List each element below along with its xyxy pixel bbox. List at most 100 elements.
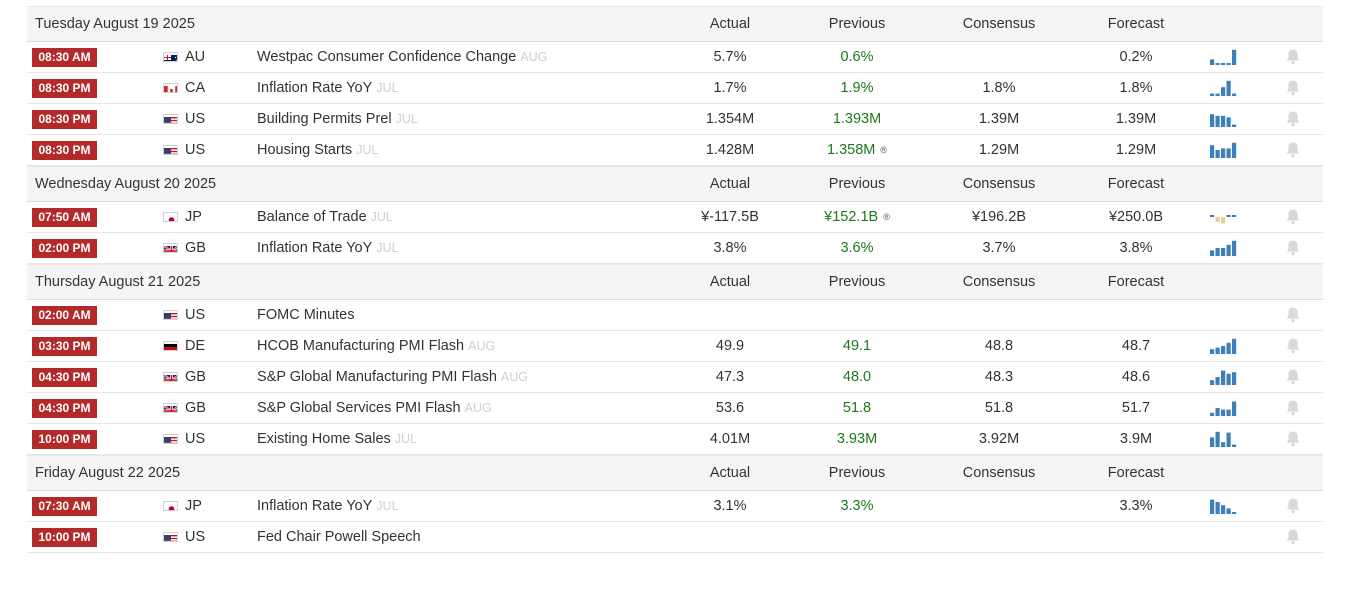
event-cell[interactable]: FOMC Minutes <box>257 300 355 330</box>
event-cell[interactable]: Inflation Rate YoY JUL <box>257 233 399 263</box>
flag-cell <box>163 522 178 552</box>
sparkline-chart[interactable] <box>1208 104 1238 134</box>
event-row[interactable]: 04:30 PM GB S&P Global Services PMI Flash A… <box>27 393 1323 424</box>
actual-value: 1.354M <box>705 111 755 127</box>
spark-bar <box>1221 346 1226 354</box>
sparkline-chart[interactable] <box>1208 233 1238 263</box>
previous-value: 48.0 <box>842 369 872 385</box>
spark-bar <box>1210 215 1215 217</box>
event-name[interactable]: S&P Global Manufacturing PMI Flash <box>257 369 497 385</box>
previous-cell: 51.8 <box>797 393 917 423</box>
event-row[interactable]: 08:30 PM US Housing Starts JUL 1.428M 1.358M ®… <box>27 135 1323 166</box>
previous-cell: ¥152.1B ® <box>797 202 917 232</box>
event-cell[interactable]: S&P Global Manufacturing PMI Flash AUG <box>257 362 528 392</box>
country-code: GB <box>185 240 206 256</box>
event-row[interactable]: 10:00 PM US Fed Chair Powell Speech <box>27 522 1323 553</box>
previous-value: 51.8 <box>842 400 872 416</box>
sparkline-chart[interactable] <box>1208 42 1238 72</box>
consensus-value: 1.39M <box>978 111 1020 127</box>
spark-bar <box>1210 349 1215 354</box>
event-row[interactable]: 08:30 PM CA Inflation Rate YoY JUL 1.7% 1.9% 1… <box>27 73 1323 104</box>
event-cell[interactable]: Existing Home Sales JUL <box>257 424 417 454</box>
previous-value: 49.1 <box>842 338 872 354</box>
flag-cell <box>163 233 178 263</box>
day-header: Friday August 22 2025 Actual Previous Conse… <box>27 455 1323 491</box>
event-cell[interactable]: HCOB Manufacturing PMI Flash AUG <box>257 331 495 361</box>
event-name[interactable]: Building Permits Prel <box>257 111 392 127</box>
event-cell[interactable]: Inflation Rate YoY JUL <box>257 491 399 521</box>
column-header-consensus: Consensus <box>962 176 1036 192</box>
sparkline-chart[interactable] <box>1208 393 1238 423</box>
event-cell[interactable]: Building Permits Prel JUL <box>257 104 418 134</box>
event-cell[interactable]: Inflation Rate YoY JUL <box>257 73 399 103</box>
event-row[interactable]: 07:50 AM JP Balance of Trade JUL ¥-117.5B ¥15… <box>27 202 1323 233</box>
event-name[interactable]: Housing Starts <box>257 142 352 158</box>
time-badge: 08:30 PM <box>32 78 97 98</box>
event-row[interactable]: 08:30 AM AU Westpac Consumer Confidence Ch… <box>27 42 1323 73</box>
sparkline-chart[interactable] <box>1208 491 1238 521</box>
spark-bar <box>1221 505 1226 514</box>
previous-value: 0.6% <box>840 49 874 65</box>
sparkline-chart[interactable] <box>1208 202 1238 232</box>
event-row[interactable]: 10:00 PM US Existing Home Sales JUL 4.01M 3.9… <box>27 424 1323 455</box>
event-name[interactable]: S&P Global Services PMI Flash <box>257 400 461 416</box>
sparkline-chart[interactable] <box>1208 135 1238 165</box>
event-name[interactable]: Westpac Consumer Confidence Change <box>257 49 516 65</box>
sparkline-chart[interactable] <box>1208 424 1238 454</box>
event-name[interactable]: HCOB Manufacturing PMI Flash <box>257 338 464 354</box>
event-row[interactable]: 03:30 PM DE HCOB Manufacturing PMI Flash AU… <box>27 331 1323 362</box>
event-cell[interactable]: Fed Chair Powell Speech <box>257 522 421 552</box>
time-cell: 08:30 PM <box>32 135 97 165</box>
spark-bar <box>1232 142 1237 158</box>
event-row[interactable]: 08:30 PM US Building Permits Prel JUL 1.354M… <box>27 104 1323 135</box>
revised-icon: ® <box>880 145 887 155</box>
alert-bell-icon[interactable] <box>1285 393 1301 423</box>
event-cell[interactable]: Westpac Consumer Confidence Change AUG <box>257 42 547 72</box>
alert-bell-icon[interactable] <box>1285 522 1301 552</box>
previous-value: 1.393M <box>832 111 882 127</box>
spark-bar <box>1215 347 1220 354</box>
country-code: US <box>185 431 206 447</box>
sparkline-chart[interactable] <box>1208 362 1238 392</box>
alert-bell-icon[interactable] <box>1285 362 1301 392</box>
event-name[interactable]: Inflation Rate YoY <box>257 498 372 514</box>
alert-bell-icon[interactable] <box>1285 331 1301 361</box>
flag-cell <box>163 331 178 361</box>
event-name[interactable]: Fed Chair Powell Speech <box>257 529 421 545</box>
event-name[interactable]: Inflation Rate YoY <box>257 80 372 96</box>
alert-bell-icon[interactable] <box>1285 73 1301 103</box>
sparkline-chart[interactable] <box>1208 73 1238 103</box>
event-name[interactable]: Balance of Trade <box>257 209 367 225</box>
event-cell[interactable]: Housing Starts JUL <box>257 135 378 165</box>
country-code: JP <box>185 498 202 514</box>
previous-cell: 1.393M <box>797 104 917 134</box>
alert-bell-icon[interactable] <box>1285 491 1301 521</box>
event-row[interactable]: 02:00 AM US FOMC Minutes <box>27 300 1323 331</box>
revised-icon: ® <box>883 212 890 222</box>
actual-value: 4.01M <box>709 431 751 447</box>
spark-bar <box>1210 380 1215 385</box>
event-reference: JUL <box>394 432 418 446</box>
us-flag-icon <box>163 145 178 155</box>
alert-bell-icon[interactable] <box>1285 424 1301 454</box>
alert-bell-icon[interactable] <box>1285 202 1301 232</box>
sparkline-chart[interactable] <box>1208 331 1238 361</box>
country-code: US <box>185 529 206 545</box>
event-name[interactable]: Existing Home Sales <box>257 431 391 447</box>
alert-bell-icon[interactable] <box>1285 104 1301 134</box>
actual-value: 1.428M <box>705 142 755 158</box>
alert-bell-icon[interactable] <box>1285 135 1301 165</box>
event-row[interactable]: 07:30 AM JP Inflation Rate YoY JUL 3.1% 3.3% 3… <box>27 491 1323 522</box>
event-row[interactable]: 04:30 PM GB S&P Global Manufacturing PMI F… <box>27 362 1323 393</box>
time-badge: 04:30 PM <box>32 367 97 387</box>
alert-bell-icon[interactable] <box>1285 42 1301 72</box>
event-reference: JUL <box>370 210 393 224</box>
event-cell[interactable]: S&P Global Services PMI Flash AUG <box>257 393 492 423</box>
event-cell[interactable]: Balance of Trade JUL <box>257 202 393 232</box>
event-name[interactable]: FOMC Minutes <box>257 307 355 323</box>
alert-bell-icon[interactable] <box>1285 233 1301 263</box>
event-row[interactable]: 02:00 PM GB Inflation Rate YoY JUL 3.8% 3.6% 3… <box>27 233 1323 264</box>
alert-bell-icon[interactable] <box>1285 300 1301 330</box>
spark-bar <box>1226 148 1231 158</box>
event-name[interactable]: Inflation Rate YoY <box>257 240 372 256</box>
